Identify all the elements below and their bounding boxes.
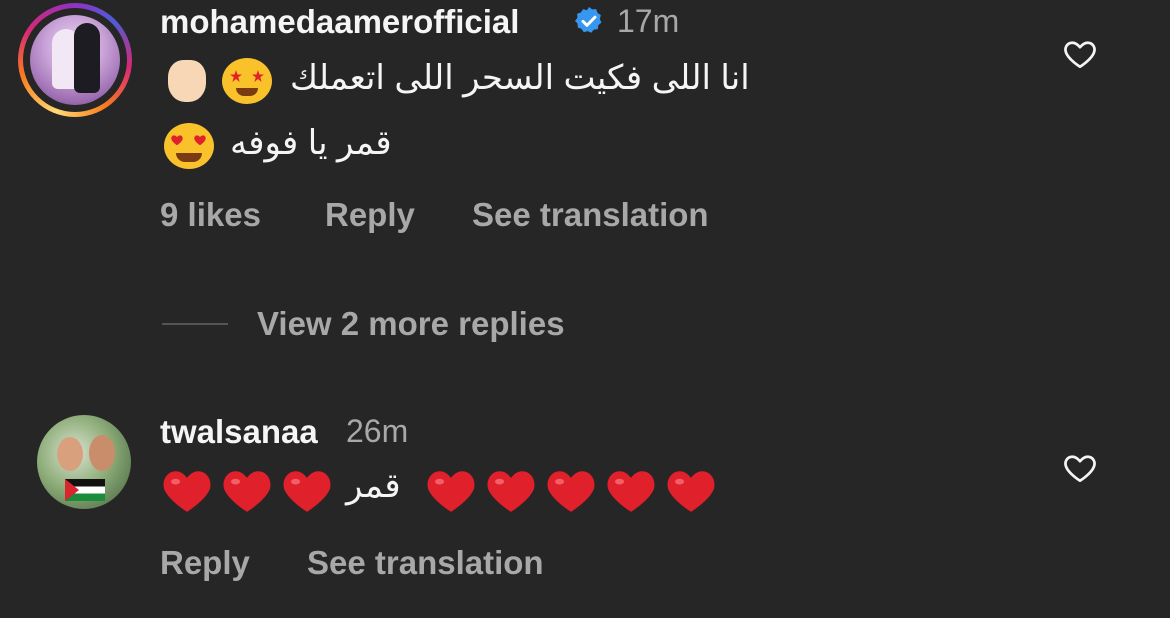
reply-button[interactable]: Reply	[325, 196, 415, 234]
view-more-replies-button[interactable]: View 2 more replies	[257, 305, 565, 343]
red-heart-emoji	[547, 471, 595, 512]
red-heart-emoji	[283, 471, 331, 512]
avatar-face	[57, 437, 83, 471]
heart-eyes-emoji	[164, 123, 214, 169]
avatar-twalsanaa[interactable]	[37, 415, 131, 509]
red-heart-emoji	[427, 471, 475, 512]
heart-outline-icon[interactable]	[1061, 36, 1099, 72]
reply-button[interactable]: Reply	[160, 544, 250, 582]
verified-badge-icon	[575, 7, 602, 33]
comment-text-line: قمر	[160, 462, 740, 522]
comment-username[interactable]: twalsanaa	[160, 413, 318, 451]
red-heart-emoji	[607, 471, 655, 512]
red-heart-emoji	[223, 471, 271, 512]
red-heart-emoji	[163, 471, 211, 512]
avatar-photo	[30, 15, 120, 105]
comments-panel: mohamedaamerofficial 17m انا اللى فكيت ا…	[0, 0, 1170, 618]
comment-text-line: انا اللى فكيت السحر اللى اتعملك	[160, 50, 820, 110]
comment-text: قمر يا فوفه	[230, 124, 392, 162]
avatar-figure	[74, 23, 100, 93]
comment-time: 17m	[617, 3, 680, 39]
comment-text-line: قمر يا فوفه	[160, 115, 460, 175]
comment-text: قمر	[346, 467, 401, 505]
see-translation-button[interactable]: See translation	[472, 196, 709, 234]
comment-username[interactable]: mohamedaamerofficial	[160, 3, 519, 41]
flag-graphic	[65, 479, 105, 501]
star-struck-emoji	[222, 58, 272, 104]
avatar-face	[89, 435, 115, 471]
see-translation-button[interactable]: See translation	[307, 544, 544, 582]
heart-outline-icon[interactable]	[1061, 450, 1099, 486]
replies-divider	[162, 323, 228, 325]
red-heart-emoji	[667, 471, 715, 512]
comment-time: 26m	[346, 413, 409, 449]
red-heart-emoji	[487, 471, 535, 512]
likes-count[interactable]: 9 likes	[160, 196, 261, 234]
avatar-mohamedaamerofficial[interactable]	[18, 3, 132, 117]
ok-hand-emoji	[168, 60, 206, 102]
comment-text: انا اللى فكيت السحر اللى اتعملك	[290, 59, 750, 97]
